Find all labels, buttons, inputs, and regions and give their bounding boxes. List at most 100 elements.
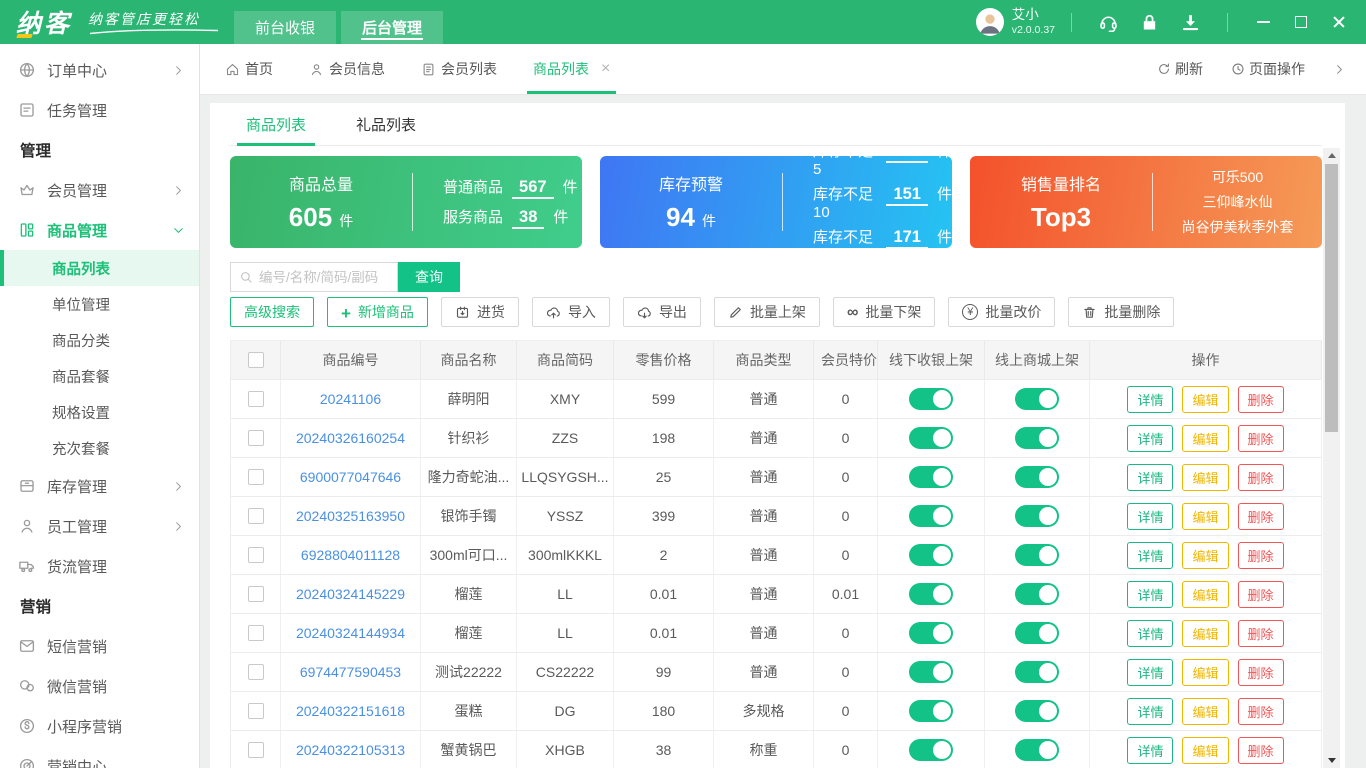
detail-button[interactable]: 详情 bbox=[1127, 541, 1174, 569]
online-toggle[interactable] bbox=[1015, 544, 1059, 566]
row-checkbox[interactable] bbox=[247, 586, 264, 602]
online-toggle[interactable] bbox=[1015, 427, 1059, 449]
product-code-link[interactable]: 20240324145229 bbox=[296, 586, 405, 602]
download-icon[interactable] bbox=[1180, 12, 1201, 33]
toolbar-button[interactable]: 高级搜索 bbox=[230, 297, 314, 327]
query-button[interactable]: 查询 bbox=[398, 262, 460, 292]
online-toggle[interactable] bbox=[1015, 505, 1059, 527]
breadcrumb-tab[interactable]: 首页 bbox=[225, 44, 273, 94]
sidebar-subitem[interactable]: 充次套餐 bbox=[0, 430, 199, 466]
row-checkbox[interactable] bbox=[247, 547, 264, 563]
sidebar-item[interactable]: 库存管理 bbox=[0, 466, 199, 506]
chevron-right-icon[interactable] bbox=[1333, 63, 1346, 76]
online-toggle[interactable] bbox=[1015, 466, 1059, 488]
edit-button[interactable]: 编辑 bbox=[1182, 502, 1229, 530]
delete-button[interactable]: 删除 bbox=[1237, 658, 1284, 686]
row-checkbox[interactable] bbox=[247, 703, 264, 719]
online-toggle[interactable] bbox=[1015, 661, 1059, 683]
row-checkbox[interactable] bbox=[247, 508, 264, 524]
toolbar-button[interactable]: + 新增商品 bbox=[327, 297, 428, 327]
topnav-tab[interactable]: 后台管理 bbox=[341, 11, 444, 44]
delete-button[interactable]: 删除 bbox=[1237, 502, 1284, 530]
detail-button[interactable]: 详情 bbox=[1127, 658, 1174, 686]
offline-toggle[interactable] bbox=[909, 466, 953, 488]
detail-button[interactable]: 详情 bbox=[1127, 463, 1174, 491]
scroll-up-button[interactable] bbox=[1323, 148, 1340, 163]
row-checkbox[interactable] bbox=[247, 625, 264, 641]
breadcrumb-tab[interactable]: 会员信息 bbox=[309, 44, 385, 94]
search-input[interactable] bbox=[259, 269, 389, 285]
user-block[interactable]: 艾小 v2.0.0.37 bbox=[1012, 7, 1055, 37]
sidebar-item[interactable]: 货流管理 bbox=[0, 546, 199, 586]
headset-icon[interactable] bbox=[1098, 12, 1119, 33]
detail-button[interactable]: 详情 bbox=[1127, 502, 1174, 530]
breadcrumb-tab[interactable]: 会员列表 bbox=[421, 44, 497, 94]
topnav-tab[interactable]: 前台收银 bbox=[234, 11, 337, 44]
lock-icon[interactable] bbox=[1139, 12, 1160, 33]
edit-button[interactable]: 编辑 bbox=[1182, 619, 1229, 647]
refresh-button[interactable]: 刷新 bbox=[1157, 59, 1203, 79]
minimize-button[interactable] bbox=[1244, 7, 1282, 37]
row-checkbox[interactable] bbox=[247, 742, 264, 758]
select-all-checkbox[interactable] bbox=[247, 352, 264, 368]
delete-button[interactable]: 删除 bbox=[1237, 697, 1284, 725]
detail-button[interactable]: 详情 bbox=[1127, 619, 1174, 647]
sidebar-item[interactable]: 订单中心 bbox=[0, 50, 199, 90]
scroll-down-button[interactable] bbox=[1323, 753, 1340, 768]
delete-button[interactable]: 删除 bbox=[1237, 385, 1284, 413]
edit-button[interactable]: 编辑 bbox=[1182, 385, 1229, 413]
offline-toggle[interactable] bbox=[909, 388, 953, 410]
sidebar-subitem[interactable]: 单位管理 bbox=[0, 286, 199, 322]
offline-toggle[interactable] bbox=[909, 739, 953, 761]
sidebar-item[interactable]: 员工管理 bbox=[0, 506, 199, 546]
offline-toggle[interactable] bbox=[909, 544, 953, 566]
toolbar-button[interactable]: 导出 bbox=[622, 297, 701, 327]
delete-button[interactable]: 删除 bbox=[1237, 424, 1284, 452]
page-ops-button[interactable]: 页面操作 bbox=[1231, 59, 1305, 79]
offline-toggle[interactable] bbox=[909, 583, 953, 605]
detail-button[interactable]: 详情 bbox=[1127, 424, 1174, 452]
detail-button[interactable]: 详情 bbox=[1127, 697, 1174, 725]
sidebar-item[interactable]: 微信营销 bbox=[0, 666, 199, 706]
toolbar-button[interactable]: ∞ 批量下架 bbox=[832, 297, 936, 327]
product-code-link[interactable]: 20240324144934 bbox=[296, 625, 405, 641]
offline-toggle[interactable] bbox=[909, 700, 953, 722]
delete-button[interactable]: 删除 bbox=[1237, 541, 1284, 569]
vertical-scrollbar[interactable] bbox=[1323, 148, 1340, 768]
sidebar-item[interactable]: 短信营销 bbox=[0, 626, 199, 666]
product-code-link[interactable]: 20240326160254 bbox=[296, 430, 405, 446]
offline-toggle[interactable] bbox=[909, 622, 953, 644]
avatar[interactable] bbox=[975, 8, 1004, 36]
toolbar-button[interactable]: 导入 bbox=[531, 297, 610, 327]
online-toggle[interactable] bbox=[1015, 388, 1059, 410]
sidebar-item[interactable]: 小程序营销 bbox=[0, 706, 199, 746]
product-code-link[interactable]: 6928804011128 bbox=[301, 547, 400, 563]
online-toggle[interactable] bbox=[1015, 622, 1059, 644]
detail-button[interactable]: 详情 bbox=[1127, 736, 1174, 764]
row-checkbox[interactable] bbox=[247, 430, 264, 446]
delete-button[interactable]: 删除 bbox=[1237, 580, 1284, 608]
maximize-button[interactable] bbox=[1282, 7, 1320, 37]
edit-button[interactable]: 编辑 bbox=[1182, 424, 1229, 452]
sidebar-subitem[interactable]: 商品分类 bbox=[0, 322, 199, 358]
sidebar-subitem[interactable]: 规格设置 bbox=[0, 394, 199, 430]
sidebar-item[interactable]: 商品管理 bbox=[0, 210, 199, 250]
online-toggle[interactable] bbox=[1015, 700, 1059, 722]
product-code-link[interactable]: 20240322151618 bbox=[296, 703, 405, 719]
row-checkbox[interactable] bbox=[247, 391, 264, 407]
product-code-link[interactable]: 6974477590453 bbox=[300, 664, 401, 680]
online-toggle[interactable] bbox=[1015, 583, 1059, 605]
toolbar-button[interactable]: 进货 bbox=[440, 297, 519, 327]
row-checkbox[interactable] bbox=[247, 469, 264, 485]
delete-button[interactable]: 删除 bbox=[1237, 463, 1284, 491]
breadcrumb-tab[interactable]: 商品列表 × bbox=[526, 44, 617, 94]
offline-toggle[interactable] bbox=[909, 505, 953, 527]
edit-button[interactable]: 编辑 bbox=[1182, 736, 1229, 764]
sidebar-subitem[interactable]: 商品套餐 bbox=[0, 358, 199, 394]
product-code-link[interactable]: 20240325163950 bbox=[296, 508, 405, 524]
sidebar-item[interactable]: 营销中心 bbox=[0, 746, 199, 768]
detail-button[interactable]: 详情 bbox=[1127, 385, 1174, 413]
scrollbar-thumb[interactable] bbox=[1325, 164, 1338, 432]
delete-button[interactable]: 删除 bbox=[1237, 736, 1284, 764]
product-code-link[interactable]: 20241106 bbox=[320, 391, 381, 407]
